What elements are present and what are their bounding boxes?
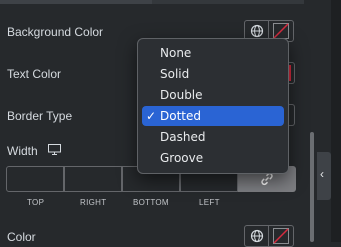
desktop-icon[interactable] bbox=[48, 144, 61, 155]
option-double[interactable]: Double bbox=[142, 85, 284, 105]
globe-icon bbox=[250, 24, 264, 38]
option-none[interactable]: None bbox=[142, 43, 284, 63]
border-color-control[interactable] bbox=[244, 225, 294, 247]
dimension-label-top: TOP bbox=[27, 198, 45, 207]
global-colors-button[interactable] bbox=[245, 226, 269, 246]
active-tab-indicator bbox=[0, 0, 152, 4]
panel-tab-strip bbox=[0, 0, 304, 4]
chevron-left-icon: ‹ bbox=[320, 167, 324, 181]
canvas-edge bbox=[331, 0, 341, 242]
clear-color-icon bbox=[289, 65, 291, 81]
width-label: Width bbox=[7, 144, 38, 158]
border-type-label: Border Type bbox=[7, 109, 73, 123]
text-color-label: Text Color bbox=[7, 67, 62, 81]
option-groove[interactable]: Groove bbox=[142, 148, 284, 168]
option-dotted[interactable]: ✓ Dotted bbox=[142, 106, 284, 126]
checkmark-icon: ✓ bbox=[146, 109, 157, 123]
border-width-right-input[interactable] bbox=[64, 166, 122, 192]
color-picker-button[interactable] bbox=[269, 226, 293, 246]
background-color-label: Background Color bbox=[7, 25, 104, 39]
globe-icon bbox=[250, 229, 264, 243]
clear-color-icon bbox=[273, 23, 289, 39]
panel-scrollbar-thumb[interactable] bbox=[310, 132, 314, 242]
option-solid[interactable]: Solid bbox=[142, 64, 284, 84]
link-icon bbox=[261, 172, 273, 186]
option-dashed[interactable]: Dashed bbox=[142, 127, 284, 147]
collapse-panel-button[interactable]: ‹ bbox=[317, 152, 331, 200]
dimension-label-left: LEFT bbox=[199, 198, 220, 207]
border-type-dropdown: None Solid Double ✓ Dotted Dashed Groove bbox=[137, 38, 289, 174]
dimension-label-right: RIGHT bbox=[80, 198, 107, 207]
dimension-label-bottom: BOTTOM bbox=[133, 198, 169, 207]
border-width-top-input[interactable] bbox=[6, 166, 64, 192]
